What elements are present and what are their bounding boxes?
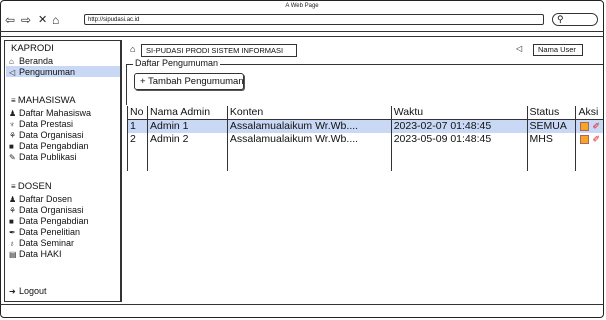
forward-icon[interactable]: ⇨: [21, 13, 31, 27]
cell-nama-admin: Admin 2: [146, 133, 228, 147]
column-header-nama-admin[interactable]: Nama Admin: [146, 106, 228, 120]
users-icon: ♟: [9, 109, 17, 118]
pen-icon: ✒: [9, 228, 16, 237]
sidebar-item-logout[interactable]: ➜ Logout: [9, 286, 47, 297]
search-field[interactable]: ⚲: [552, 13, 598, 26]
column-header-konten[interactable]: Konten: [226, 106, 392, 120]
megaphone-icon: ◁: [9, 68, 16, 77]
delete-icon[interactable]: ✐: [592, 120, 600, 133]
table-header-row: No Nama Admin Konten Waktu Status Aksi: [127, 106, 603, 120]
sidebar-item-beranda[interactable]: ⌂ Beranda: [9, 56, 53, 67]
sidebar-heading-mahasiswa: ≡ MAHASISWA: [11, 95, 76, 106]
sidebar-item-daftar-mahasiswa[interactable]: ♟ Daftar Mahasiswa: [9, 108, 91, 119]
home-icon: ⌂: [9, 57, 14, 66]
table-row-empty: [127, 158, 603, 171]
sitemap-icon: ⚘: [9, 206, 17, 215]
book-icon: ▤: [9, 250, 17, 259]
briefcase-icon: ■: [9, 142, 14, 151]
search-icon: ⚲: [557, 14, 564, 24]
edit-icon[interactable]: [580, 122, 590, 131]
back-icon[interactable]: ⇦: [5, 13, 15, 27]
logout-icon: ➜: [9, 287, 16, 296]
section-title: Daftar Pengumuman: [133, 58, 221, 68]
sidebar-item-data-organisasi[interactable]: ⚘ Data Organisasi: [9, 130, 84, 141]
table-row[interactable]: 2 Admin 2 Assalamualaikum Wr.Wb.... 2023…: [127, 133, 603, 147]
home-nav-icon[interactable]: ⌂: [52, 13, 59, 27]
delete-icon[interactable]: ✐: [592, 133, 600, 146]
users-icon: ♟: [9, 195, 17, 204]
add-announcement-button[interactable]: + Tambah Pengumuman: [134, 73, 244, 90]
column-header-aksi: Aksi: [575, 106, 603, 120]
column-header-status[interactable]: Status: [526, 106, 576, 120]
sidebar-item-pengumuman[interactable]: ◁ Pengumuman: [9, 67, 75, 78]
sidebar-item-data-prestasi[interactable]: ♆ Data Prestasi: [9, 119, 73, 130]
sidebar-item-data-organisasi-dosen[interactable]: ⚘ Data Organisasi: [9, 205, 84, 216]
breadcrumb: SI-PUDASI PRODI SISTEM INFORMASI: [141, 44, 297, 57]
close-icon[interactable]: ✕: [38, 13, 47, 27]
cell-actions: ✐: [575, 119, 603, 134]
cell-waktu: 2023-02-07 01:48:45: [390, 119, 527, 134]
home-icon[interactable]: ⌂: [130, 44, 135, 54]
cell-konten: Assalamualaikum Wr.Wb....: [226, 119, 392, 134]
sidebar-item-data-haki[interactable]: ▤ Data HAKI: [9, 249, 62, 260]
sitemap-icon: ⚘: [9, 131, 17, 140]
cell-nama-admin: Admin 1: [146, 119, 228, 134]
sidebar-item-data-pengabdian[interactable]: ■ Data Pengabdian: [9, 141, 89, 152]
table-row-empty: [127, 146, 603, 159]
sidebar-item-daftar-dosen[interactable]: ♟ Daftar Dosen: [9, 194, 72, 205]
cell-status: MHS: [526, 133, 576, 147]
divider: [0, 36, 604, 37]
column-header-no[interactable]: No: [127, 106, 148, 120]
divider: [0, 31, 604, 32]
lightbulb-icon: ♁: [9, 239, 15, 248]
cell-actions: ✐: [575, 133, 603, 147]
sidebar-item-data-publikasi[interactable]: ✎ Data Publikasi: [9, 152, 77, 163]
user-name-field[interactable]: Nama User: [533, 44, 583, 56]
notification-icon[interactable]: ◁: [516, 44, 522, 53]
cell-status: SEMUA: [526, 119, 576, 134]
address-bar[interactable]: http://sipudasi.ac.id: [84, 14, 544, 25]
cell-no: 1: [127, 119, 148, 134]
cell-no: 2: [127, 133, 148, 147]
sidebar: KAPRODI ⌂ Beranda ◁ Pengumuman ≡ MAHASISWA…: [4, 40, 122, 302]
sidebar-item-data-penelitian[interactable]: ✒ Data Penelitian: [9, 227, 80, 238]
sidebar-item-data-seminar[interactable]: ♁ Data Seminar: [9, 238, 74, 249]
sidebar-item-data-pengabdian-dosen[interactable]: ■ Data Pengabdian: [9, 216, 89, 227]
status-bar-divider: [0, 304, 604, 305]
table-row[interactable]: 1 Admin 1 Assalamualaikum Wr.Wb.... 2023…: [127, 119, 603, 134]
sidebar-heading-role: KAPRODI: [11, 43, 54, 54]
edit-icon[interactable]: [580, 135, 590, 145]
menu-icon: ≡: [11, 182, 18, 191]
column-header-waktu[interactable]: Waktu: [390, 106, 527, 120]
menu-icon: ≡: [11, 96, 18, 105]
briefcase-icon: ■: [9, 217, 14, 226]
pencil-icon: ✎: [9, 153, 16, 162]
window-title: A Web Page: [285, 3, 319, 9]
sidebar-heading-dosen: ≡ DOSEN: [11, 181, 52, 192]
trophy-icon: ♆: [9, 120, 15, 129]
cell-waktu: 2023-05-09 01:48:45: [390, 133, 527, 147]
announcement-table: No Nama Admin Konten Waktu Status Aksi 1…: [127, 106, 603, 171]
cell-konten: Assalamualaikum Wr.Wb....: [226, 133, 392, 147]
